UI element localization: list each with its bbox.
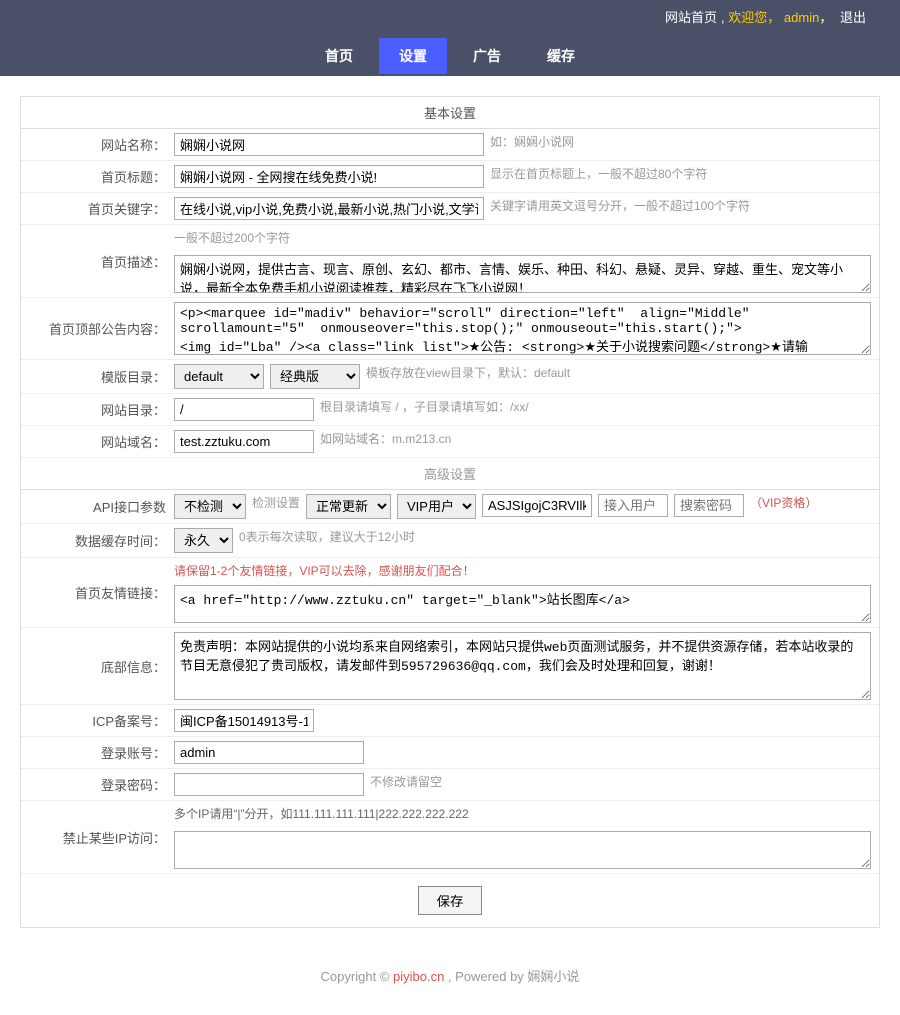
site-name-input[interactable]	[174, 133, 484, 156]
hint-home-title: 显示在首页标题上，一般不超过80个字符	[490, 165, 707, 182]
page-footer: Copyright © piyibo.cn , Powered by 娴娴小说	[0, 948, 900, 1015]
login-pass-input[interactable]	[174, 773, 364, 796]
home-keywords-input[interactable]	[174, 197, 484, 220]
nav-ads[interactable]: 广告	[453, 38, 521, 74]
label-ip-block: 禁止某些IP访问：	[29, 828, 174, 847]
hint-tpl-dir: 模板存放在view目录下，默认：default	[366, 364, 570, 381]
label-api-params: API接口参数	[29, 497, 174, 516]
basic-section-title: 基本设置	[21, 97, 879, 129]
footer-info-textarea[interactable]	[174, 632, 871, 700]
api-user-select[interactable]: VIP用户	[397, 494, 476, 519]
hint-site-dir: 根目录请填写 / ，子目录请填写如：/xx/	[320, 398, 529, 415]
hint-login-pass: 不修改请留空	[370, 773, 442, 790]
hint-friend-links: 请保留1-2个友情链接，VIP可以去除，感谢朋友们配合！	[174, 562, 871, 579]
nav-settings[interactable]: 设置	[379, 38, 447, 74]
label-footer-info: 底部信息：	[29, 657, 174, 676]
footer-site-link[interactable]: piyibo.cn	[393, 969, 444, 984]
label-tpl-dir: 模版目录：	[29, 367, 174, 386]
cache-time-select[interactable]: 永久	[174, 528, 233, 553]
footer-brand: 娴娴小说	[527, 969, 579, 984]
tpl-dir-select[interactable]: default	[174, 364, 264, 389]
settings-form: 基本设置 网站名称： 如：娴娴小说网 首页标题： 显示在首页标题上，一般不超过8…	[20, 96, 880, 928]
api-pass-input[interactable]	[674, 494, 744, 517]
welcome-text: 欢迎您，	[728, 10, 780, 25]
hint-api-check: 检测设置	[252, 494, 300, 511]
home-notice-textarea[interactable]	[174, 302, 871, 355]
nav-cache[interactable]: 缓存	[527, 38, 595, 74]
label-site-name: 网站名称：	[29, 135, 174, 154]
label-login-user: 登录账号：	[29, 743, 174, 762]
vip-link[interactable]: （VIP资格）	[750, 494, 817, 511]
api-key-input[interactable]	[482, 494, 592, 517]
label-login-pass: 登录密码：	[29, 775, 174, 794]
label-friend-links: 首页友情链接：	[29, 583, 174, 602]
site-home-link[interactable]: 网站首页	[665, 10, 717, 25]
api-user-input[interactable]	[598, 494, 668, 517]
label-home-notice: 首页顶部公告内容：	[29, 319, 174, 338]
ip-block-textarea[interactable]	[174, 831, 871, 869]
hint-ip-block: 多个IP请用“|”分开，如111.111.111.111|222.222.222…	[174, 805, 871, 822]
home-title-input[interactable]	[174, 165, 484, 188]
label-home-keywords: 首页关键字：	[29, 199, 174, 218]
label-home-title: 首页标题：	[29, 167, 174, 186]
label-site-dir: 网站目录：	[29, 400, 174, 419]
hint-site-domain: 如网站域名：m.m213.cn	[320, 430, 451, 447]
topbar-sep2: ，	[819, 10, 832, 25]
login-user-input[interactable]	[174, 741, 364, 764]
hint-cache-time: 0表示每次读取，建议大于12小时	[239, 528, 415, 545]
label-cache-time: 数据缓存时间：	[29, 531, 174, 550]
advanced-section-title: 高级设置	[21, 458, 879, 490]
label-icp: ICP备案号：	[29, 711, 174, 730]
label-home-desc: 首页描述：	[29, 252, 174, 271]
save-button[interactable]: 保存	[418, 886, 483, 915]
tpl-style-select[interactable]: 经典版	[270, 364, 360, 389]
logout-link[interactable]: 退出	[840, 10, 866, 25]
api-check-select[interactable]: 不检测	[174, 494, 246, 519]
nav-home[interactable]: 首页	[305, 38, 373, 74]
hint-home-keywords: 关键字请用英文逗号分开，一般不超过100个字符	[490, 197, 750, 214]
friend-links-textarea[interactable]	[174, 585, 871, 623]
hint-site-name: 如：娴娴小说网	[490, 133, 574, 150]
topbar: 网站首页, 欢迎您， admin， 退出	[0, 0, 900, 36]
navbar: 首页 设置 广告 缓存	[0, 36, 900, 76]
hint-home-desc: 一般不超过200个字符	[174, 229, 871, 246]
site-domain-input[interactable]	[174, 430, 314, 453]
icp-input[interactable]	[174, 709, 314, 732]
site-dir-input[interactable]	[174, 398, 314, 421]
home-desc-textarea[interactable]	[174, 255, 871, 293]
admin-name: admin	[784, 10, 819, 25]
api-update-select[interactable]: 正常更新	[306, 494, 391, 519]
label-site-domain: 网站域名：	[29, 432, 174, 451]
